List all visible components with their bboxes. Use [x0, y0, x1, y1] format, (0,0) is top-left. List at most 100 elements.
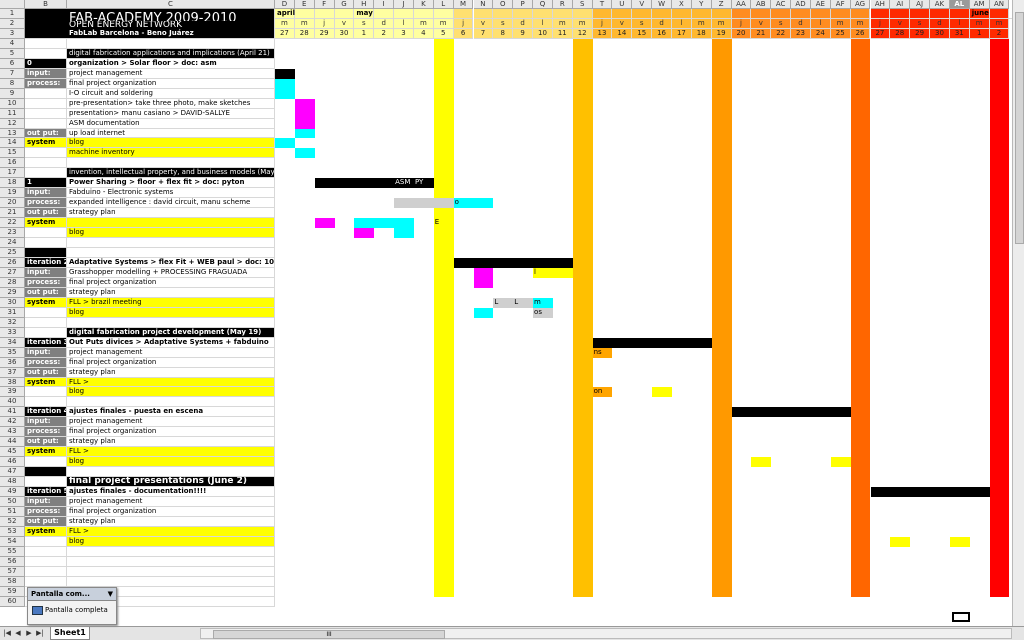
task-cell[interactable]: blog [67, 536, 275, 547]
timeline-block[interactable] [294, 118, 315, 129]
weekday-label[interactable]: j [314, 18, 335, 29]
date-label[interactable]: 12 [572, 28, 593, 39]
row-header[interactable]: 28 [0, 277, 25, 288]
column-header[interactable]: AH [870, 0, 891, 9]
task-cell[interactable] [67, 467, 275, 478]
weekday-label[interactable]: j [731, 18, 752, 29]
row-header[interactable]: 29 [0, 287, 25, 298]
task-cell[interactable]: I-O circuit and soldering [67, 88, 275, 99]
date-label[interactable]: 1 [354, 28, 375, 39]
row-label-cell[interactable] [25, 148, 67, 159]
row-header[interactable]: 45 [0, 447, 25, 458]
column-header[interactable]: AB [751, 0, 772, 9]
row-header[interactable]: 54 [0, 536, 25, 547]
row-header[interactable]: 47 [0, 467, 25, 478]
row-label-cell[interactable]: input: [25, 417, 67, 428]
column-header[interactable]: R [552, 0, 573, 9]
timeline-block[interactable] [354, 228, 375, 239]
task-cell[interactable]: invention, intellectual property, and bu… [67, 168, 275, 179]
row-label-cell[interactable] [25, 88, 67, 99]
timeline-header-cell[interactable] [632, 9, 653, 19]
vertical-scroll-thumb[interactable] [1015, 12, 1024, 244]
date-label[interactable]: 8 [493, 28, 514, 39]
task-cell[interactable]: Out Puts divices > Adaptative Systems + … [67, 337, 275, 348]
date-label[interactable]: 11 [552, 28, 573, 39]
column-header[interactable]: I [374, 0, 395, 9]
weekday-label[interactable]: m [552, 18, 573, 29]
timeline-header-cell[interactable] [453, 9, 474, 19]
row-header[interactable]: 42 [0, 417, 25, 428]
column-header[interactable]: H [354, 0, 375, 9]
column-header[interactable]: K [413, 0, 434, 9]
row-header[interactable]: 21 [0, 208, 25, 219]
date-label[interactable]: 26 [850, 28, 871, 39]
row-header[interactable]: 12 [0, 118, 25, 129]
weekday-label[interactable]: d [652, 18, 672, 29]
timeline-block[interactable] [314, 218, 335, 229]
row-header[interactable]: 25 [0, 248, 25, 258]
date-label[interactable]: 16 [652, 28, 672, 39]
weekday-label[interactable]: j [870, 18, 891, 29]
weekday-label[interactable]: s [493, 18, 514, 29]
task-cell[interactable]: project management [67, 417, 275, 428]
row-header[interactable]: 35 [0, 347, 25, 358]
task-cell[interactable]: strategy plan [67, 367, 275, 378]
timeline-header-cell[interactable] [413, 9, 434, 19]
timeline-header-cell[interactable] [850, 9, 871, 19]
column-header[interactable]: G [334, 0, 355, 9]
date-label[interactable]: 24 [810, 28, 831, 39]
row-label-cell[interactable]: out put: [25, 516, 67, 527]
month-label[interactable]: may [354, 9, 414, 19]
prev-sheet-icon[interactable]: ◀ [13, 628, 23, 639]
select-all-corner[interactable] [0, 0, 25, 9]
weekday-label[interactable]: l [672, 18, 692, 29]
row-header[interactable]: 2 [0, 18, 25, 29]
row-header[interactable]: 24 [0, 238, 25, 249]
date-label[interactable]: 13 [592, 28, 613, 39]
row-label-cell[interactable]: 1 [25, 178, 67, 189]
task-cell[interactable]: organization > Solar floor > doc: asm [67, 58, 275, 69]
weekday-label[interactable]: l [533, 18, 553, 29]
weekday-label[interactable]: m [691, 18, 712, 29]
row-label-cell[interactable] [25, 248, 67, 258]
next-sheet-icon[interactable]: ▶ [24, 628, 34, 639]
timeline-header-cell[interactable] [810, 9, 831, 19]
task-cell[interactable] [67, 248, 275, 258]
row-label-cell[interactable] [25, 317, 67, 328]
column-header[interactable]: P [513, 0, 534, 9]
timeline-header-cell[interactable] [513, 9, 534, 19]
row-label-cell[interactable] [25, 457, 67, 468]
row-label-cell[interactable]: out put: [25, 128, 67, 139]
timeline-block[interactable] [275, 88, 295, 99]
row-header[interactable]: 37 [0, 367, 25, 378]
task-cell[interactable]: blog [67, 138, 275, 149]
timeline-header-cell[interactable] [870, 9, 891, 19]
timeline-header-cell[interactable] [473, 9, 494, 19]
weekday-label[interactable]: m [969, 18, 990, 29]
timeline-header-cell[interactable] [910, 9, 931, 19]
row-label-cell[interactable] [25, 556, 67, 567]
date-label[interactable]: 10 [533, 28, 553, 39]
task-cell[interactable]: strategy plan [67, 287, 275, 298]
task-cell[interactable]: ajustes finales - documentation!!!! [67, 487, 275, 498]
row-label-cell[interactable] [25, 536, 67, 547]
task-cell[interactable] [67, 397, 275, 408]
timeline-header-cell[interactable] [791, 9, 811, 19]
date-label[interactable]: 2 [989, 28, 1010, 39]
row-label-cell[interactable]: out put: [25, 208, 67, 219]
task-cell[interactable]: Grasshopper modelling + PROCESSING FRAGU… [67, 267, 275, 278]
last-sheet-icon[interactable]: ▶| [35, 628, 45, 639]
column-header[interactable]: AG [850, 0, 871, 9]
date-label[interactable]: 30 [334, 28, 355, 39]
row-label-cell[interactable]: iteration 5 [25, 487, 67, 498]
row-header[interactable]: 38 [0, 377, 25, 388]
weekday-label[interactable]: v [612, 18, 633, 29]
date-label[interactable]: 27 [275, 28, 295, 39]
spreadsheet-grid[interactable]: B C D E F G H I J K L M N O P Q R S T U V W X Y Z AA AB AC AD AE AF AG A… [0, 0, 1024, 626]
weekday-label[interactable]: m [433, 18, 454, 29]
row-header[interactable]: 60 [0, 596, 25, 607]
task-cell[interactable]: blog [67, 307, 275, 318]
timeline-header-cell[interactable] [533, 9, 553, 19]
column-header[interactable]: D [275, 0, 295, 9]
weekday-label[interactable]: m [850, 18, 871, 29]
